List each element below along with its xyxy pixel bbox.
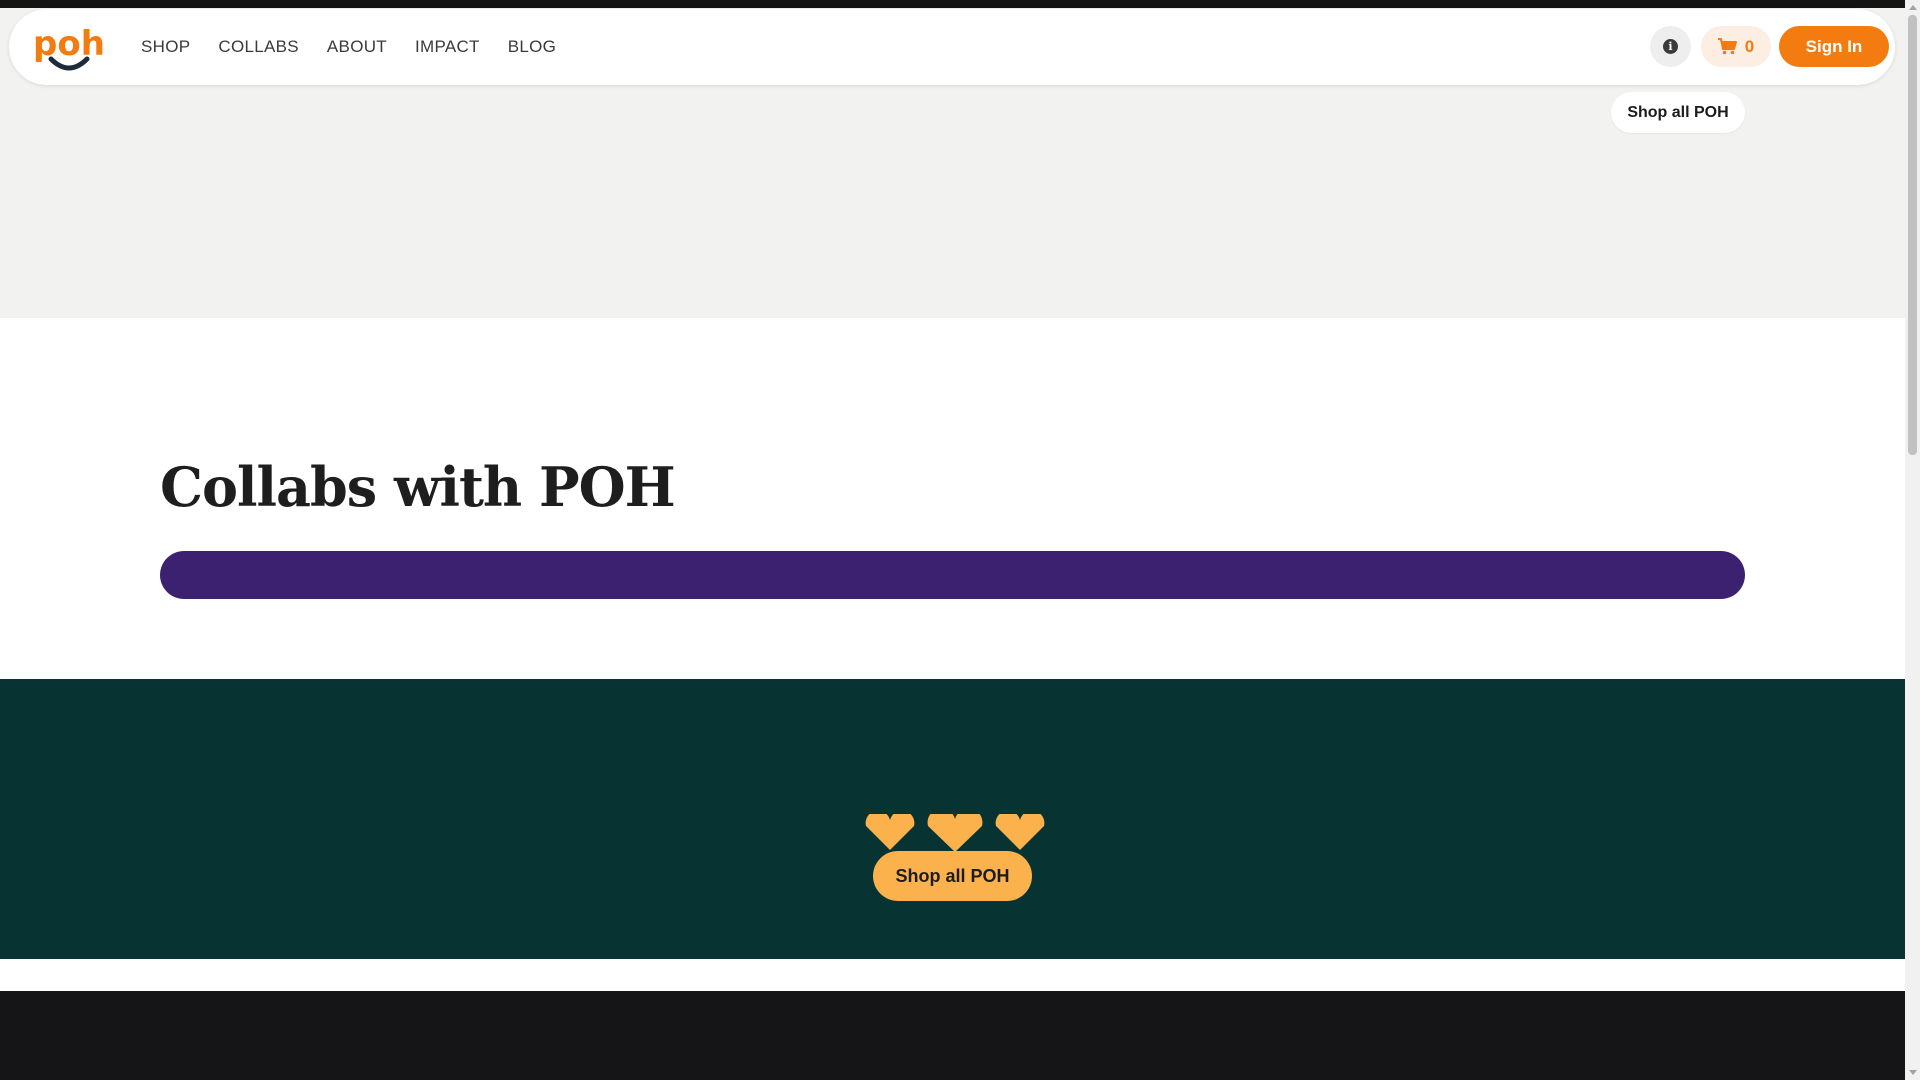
- cta-shop-all-button[interactable]: Shop all POH: [873, 851, 1032, 901]
- footer-section: [0, 991, 1905, 1080]
- vertical-scrollbar[interactable]: [1905, 0, 1920, 1080]
- paw-heart-middle: [927, 814, 983, 852]
- nav-blog[interactable]: BLOG: [508, 37, 556, 57]
- paw-icon: [865, 814, 1045, 852]
- poh-logo[interactable]: poh: [31, 19, 107, 75]
- logo-letters: poh: [33, 24, 105, 64]
- top-strip: [0, 0, 1905, 8]
- sign-in-button[interactable]: Sign In: [1779, 26, 1889, 67]
- paw-heart-left: [865, 814, 915, 850]
- cart-count: 0: [1744, 36, 1755, 56]
- nav-collabs[interactable]: COLLABS: [218, 37, 299, 57]
- top-navbar: poh SHOP COLLABS ABOUT IMPACT BLOG i 0 S…: [9, 9, 1895, 85]
- scroll-down-icon[interactable]: [1905, 1065, 1920, 1080]
- scrollbar-thumb[interactable]: [1908, 15, 1917, 455]
- collabs-title: Collabs with POH: [160, 455, 676, 519]
- nav-shop[interactable]: SHOP: [141, 37, 190, 57]
- main-nav: SHOP COLLABS ABOUT IMPACT BLOG: [141, 9, 556, 85]
- nav-impact[interactable]: IMPACT: [415, 37, 480, 57]
- info-button[interactable]: i: [1650, 26, 1691, 67]
- paw-heart-right: [995, 814, 1045, 850]
- hero-shop-all-button[interactable]: Shop all POH: [1611, 92, 1745, 133]
- scroll-up-icon[interactable]: [1905, 0, 1920, 15]
- cart-icon: [1717, 38, 1737, 55]
- nav-about[interactable]: ABOUT: [327, 37, 387, 57]
- collabs-banner-bar: [160, 551, 1745, 599]
- info-icon: i: [1663, 39, 1678, 54]
- cart-button[interactable]: 0: [1701, 26, 1771, 67]
